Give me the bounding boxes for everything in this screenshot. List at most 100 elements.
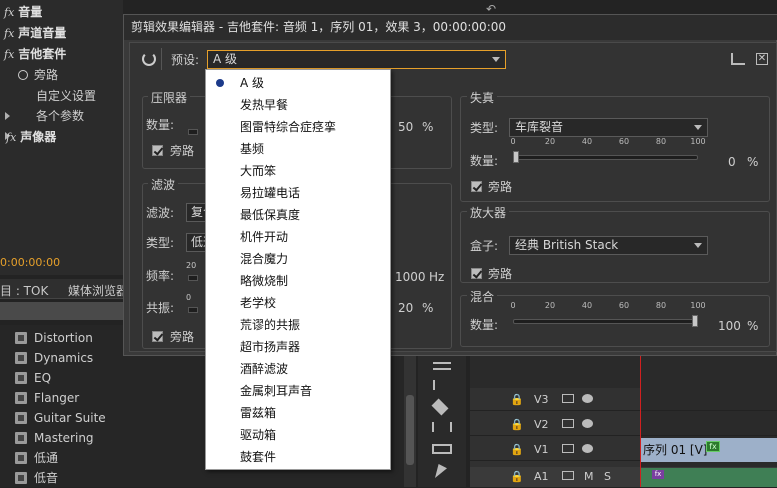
preset-menu-item[interactable]: 最低保真度 [206, 204, 390, 226]
compressor-amount-label: 数量: [146, 118, 175, 132]
preset-menu-item[interactable]: 大而笨 [206, 160, 390, 182]
track-v3[interactable]: 🔒 V3 [470, 389, 777, 411]
toggle-output-icon[interactable] [562, 394, 574, 403]
preset-menu-item[interactable]: 金属刺耳声音 [206, 380, 390, 402]
preset-menu-item[interactable]: A 级 [206, 72, 390, 94]
filter-bypass-checkbox[interactable] [152, 331, 163, 342]
solo-button[interactable]: S [604, 470, 611, 483]
preset-options-icon[interactable] [731, 53, 745, 65]
timecode[interactable]: 0:00:00:00 [0, 256, 60, 269]
rolling-edit-icon[interactable] [433, 380, 451, 390]
preset-menu-item[interactable]: 酒醉滤波 [206, 358, 390, 380]
distortion-amount-slider[interactable]: 0 20 40 60 80 100 [510, 137, 706, 163]
toggle-output-icon[interactable] [562, 444, 574, 453]
preset-menu-item[interactable]: 雷兹箱 [206, 402, 390, 424]
tab-media-browser[interactable]: 媒体浏览器 [68, 282, 128, 299]
slip-icon[interactable] [432, 422, 452, 432]
selected-radio-icon [216, 79, 224, 87]
preset-menu-item[interactable]: 略微烧制 [206, 270, 390, 292]
power-icon[interactable] [142, 52, 156, 66]
amp-box-select[interactable]: 经典 British Stack [509, 236, 708, 255]
pen-icon[interactable] [435, 464, 447, 478]
preset-menu-item[interactable]: 荒谬的共振 [206, 314, 390, 336]
mix-value[interactable]: 100 [718, 318, 741, 334]
eye-icon[interactable] [582, 444, 593, 453]
filter-freq-value[interactable]: 1000 [395, 269, 426, 285]
distortion-title: 失真 [467, 89, 498, 106]
fx-guitar-suite[interactable]: fx 吉他套件 [4, 44, 66, 64]
preset-menu-item[interactable]: 易拉罐电话 [206, 182, 390, 204]
filter-title: 滤波 [148, 176, 179, 193]
mix-amount-slider[interactable]: 0 20 40 60 80 100 [510, 301, 706, 327]
stopwatch-icon[interactable] [18, 70, 28, 80]
fx-channel-volume[interactable]: fx 声道音量 [4, 23, 66, 43]
preset-menu-item[interactable]: 发热早餐 [206, 94, 390, 116]
preset-dropdown-menu: A 级发热早餐 图雷特综合症痉挛 基频 大而笨 易拉罐电话 最低保真度 机件开动 混合魔力 略微… [205, 69, 391, 470]
fx-badge: fx [652, 470, 664, 479]
preset-menu-item[interactable]: 老学校 [206, 292, 390, 314]
fx-volume[interactable]: fx 音量 [4, 2, 42, 22]
params-item[interactable]: 各个参数 [36, 106, 84, 126]
chevron-down-icon [694, 243, 702, 248]
lock-icon[interactable]: 🔒 [510, 443, 524, 456]
distortion-bypass-checkbox[interactable] [471, 181, 482, 192]
playhead[interactable] [640, 356, 641, 487]
chevron-down-icon [492, 57, 500, 62]
preset-label: 预设: [171, 53, 200, 67]
eye-icon[interactable] [582, 394, 593, 403]
folder-icon [15, 412, 27, 424]
fx-badge: fx [706, 441, 720, 452]
search-bar[interactable] [0, 302, 123, 320]
folder-icon [15, 472, 27, 484]
compressor-bypass-checkbox[interactable] [152, 145, 163, 156]
preset-menu-item[interactable]: 驱动箱 [206, 424, 390, 446]
tab-tok[interactable]: 目 : TOK [0, 282, 48, 299]
fx-icon: fx [6, 131, 17, 144]
slider-thumb[interactable] [692, 315, 698, 327]
dialog-title: 剪辑效果编辑器 - 吉他套件: 音频 1，序列 01，效果 3，00:00:00… [124, 15, 777, 40]
preset-menu-item[interactable]: 机件开动 [206, 226, 390, 248]
chevron-down-icon [694, 125, 702, 130]
ripple-edit-icon[interactable] [433, 362, 451, 370]
preset-select[interactable]: A 级 [207, 50, 506, 69]
compressor-title: 压限器 [148, 89, 191, 106]
distortion-type-select[interactable]: 车库裂音 [509, 118, 708, 137]
preset-menu-item[interactable]: 基频 [206, 138, 390, 160]
slider-thumb[interactable] [513, 151, 519, 163]
folder-icon [15, 372, 27, 384]
amp-title: 放大器 [467, 204, 510, 221]
folder-icon [15, 452, 27, 464]
compressor-value[interactable]: 50 [398, 119, 413, 135]
timeline-panel: 🔒 V3 🔒 V2 🔒 V1 序列 01 [V] fx 🔒 A1 M S fx [470, 356, 777, 487]
tools-panel [418, 356, 466, 487]
amp-bypass-checkbox[interactable] [471, 268, 482, 279]
mix-title: 混合 [467, 288, 498, 305]
fx-icon: fx [4, 27, 15, 40]
toggle-output-icon[interactable] [562, 419, 574, 428]
fx-panner[interactable]: fx 声像器 [6, 127, 56, 147]
folder-icon [15, 352, 27, 364]
folder-icon [15, 432, 27, 444]
bypass-row[interactable]: 旁路 [18, 65, 58, 85]
expand-triangle-icon[interactable] [5, 112, 10, 120]
eye-icon[interactable] [582, 419, 593, 428]
razor-icon[interactable] [431, 398, 449, 416]
mute-button[interactable]: M [584, 470, 594, 483]
filter-res-value[interactable]: 20 [398, 300, 413, 316]
lock-icon[interactable]: 🔒 [510, 418, 524, 431]
custom-setup-item[interactable]: 自定义设置 [36, 86, 96, 106]
close-icon[interactable]: ✕ [756, 53, 768, 65]
preset-menu-item[interactable]: 图雷特综合症痉挛 [206, 116, 390, 138]
fx-icon: fx [4, 48, 15, 61]
preset-menu-item[interactable]: 超市扬声器 [206, 336, 390, 358]
lock-icon[interactable]: 🔒 [510, 393, 524, 406]
track-v2[interactable]: 🔒 V2 [470, 414, 777, 436]
preset-menu-item[interactable]: 鼓套件 [206, 446, 390, 468]
slide-icon[interactable] [432, 444, 452, 454]
folder-icon [15, 392, 27, 404]
distortion-value[interactable]: 0 [728, 154, 736, 170]
preset-menu-item[interactable]: 混合魔力 [206, 248, 390, 270]
lock-icon[interactable]: 🔒 [510, 470, 524, 483]
toggle-output-icon[interactable] [562, 471, 574, 480]
list-item[interactable]: 低音 [0, 468, 406, 488]
